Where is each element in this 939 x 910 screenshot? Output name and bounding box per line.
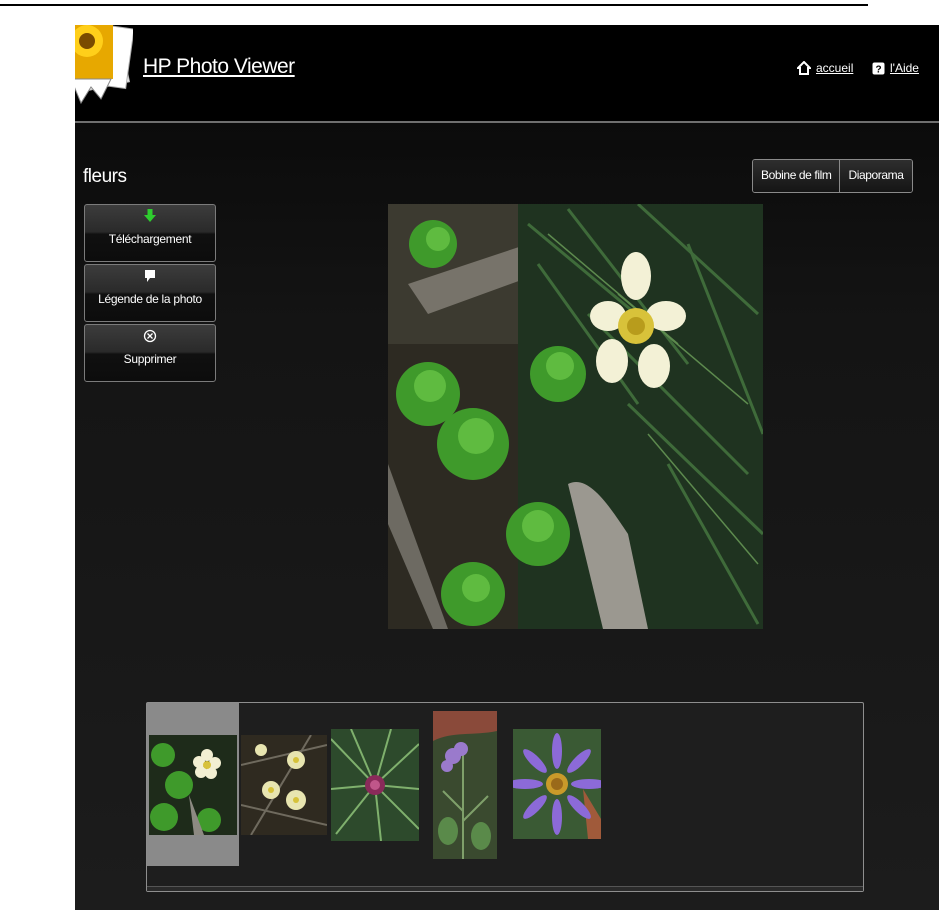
- home-link[interactable]: accueil: [797, 61, 853, 75]
- filmstrip-scroll-track[interactable]: [147, 886, 863, 891]
- photo-stack-logo-icon: [75, 25, 133, 105]
- filmstrip: [146, 702, 864, 892]
- home-icon: [797, 61, 811, 75]
- thumbnail-2[interactable]: [241, 735, 327, 835]
- delete-x-icon: [143, 329, 157, 343]
- thumbnail-1[interactable]: [149, 735, 237, 835]
- slideshow-view-button[interactable]: Diaporama: [839, 160, 912, 192]
- thumbnail-3[interactable]: [331, 729, 419, 841]
- album-title: fleurs: [83, 166, 127, 187]
- help-link[interactable]: ? l'Aide: [872, 61, 919, 75]
- help-link-label: l'Aide: [890, 61, 919, 75]
- main-photo[interactable]: [388, 204, 763, 629]
- photo-actions-panel: Téléchargement Légende de la photo Suppr…: [84, 204, 216, 384]
- delete-button-label: Supprimer: [123, 352, 177, 366]
- photo-caption-button-label: Légende de la photo: [98, 292, 202, 306]
- delete-button[interactable]: Supprimer: [84, 324, 216, 382]
- svg-text:?: ?: [875, 64, 881, 75]
- download-button-label: Téléchargement: [108, 232, 192, 246]
- filmstrip-view-button[interactable]: Bobine de film: [753, 160, 840, 192]
- home-link-label: accueil: [816, 61, 854, 75]
- download-button[interactable]: Téléchargement: [84, 204, 216, 262]
- app-title-link[interactable]: HP Photo Viewer: [143, 55, 295, 79]
- header-divider: [75, 121, 939, 123]
- photo-caption-button[interactable]: Légende de la photo: [84, 264, 216, 322]
- help-icon: ?: [872, 62, 885, 75]
- thumbnail-4[interactable]: [433, 711, 497, 859]
- top-divider-line: [0, 4, 868, 6]
- view-mode-toggle: Bobine de film Diaporama: [752, 159, 913, 193]
- caption-icon: [145, 270, 155, 282]
- thumbnail-5[interactable]: [513, 729, 601, 839]
- download-arrow-icon: [144, 209, 156, 222]
- photo-viewer-window: HP Photo Viewer accueil ? l'Aide fleurs …: [75, 25, 939, 910]
